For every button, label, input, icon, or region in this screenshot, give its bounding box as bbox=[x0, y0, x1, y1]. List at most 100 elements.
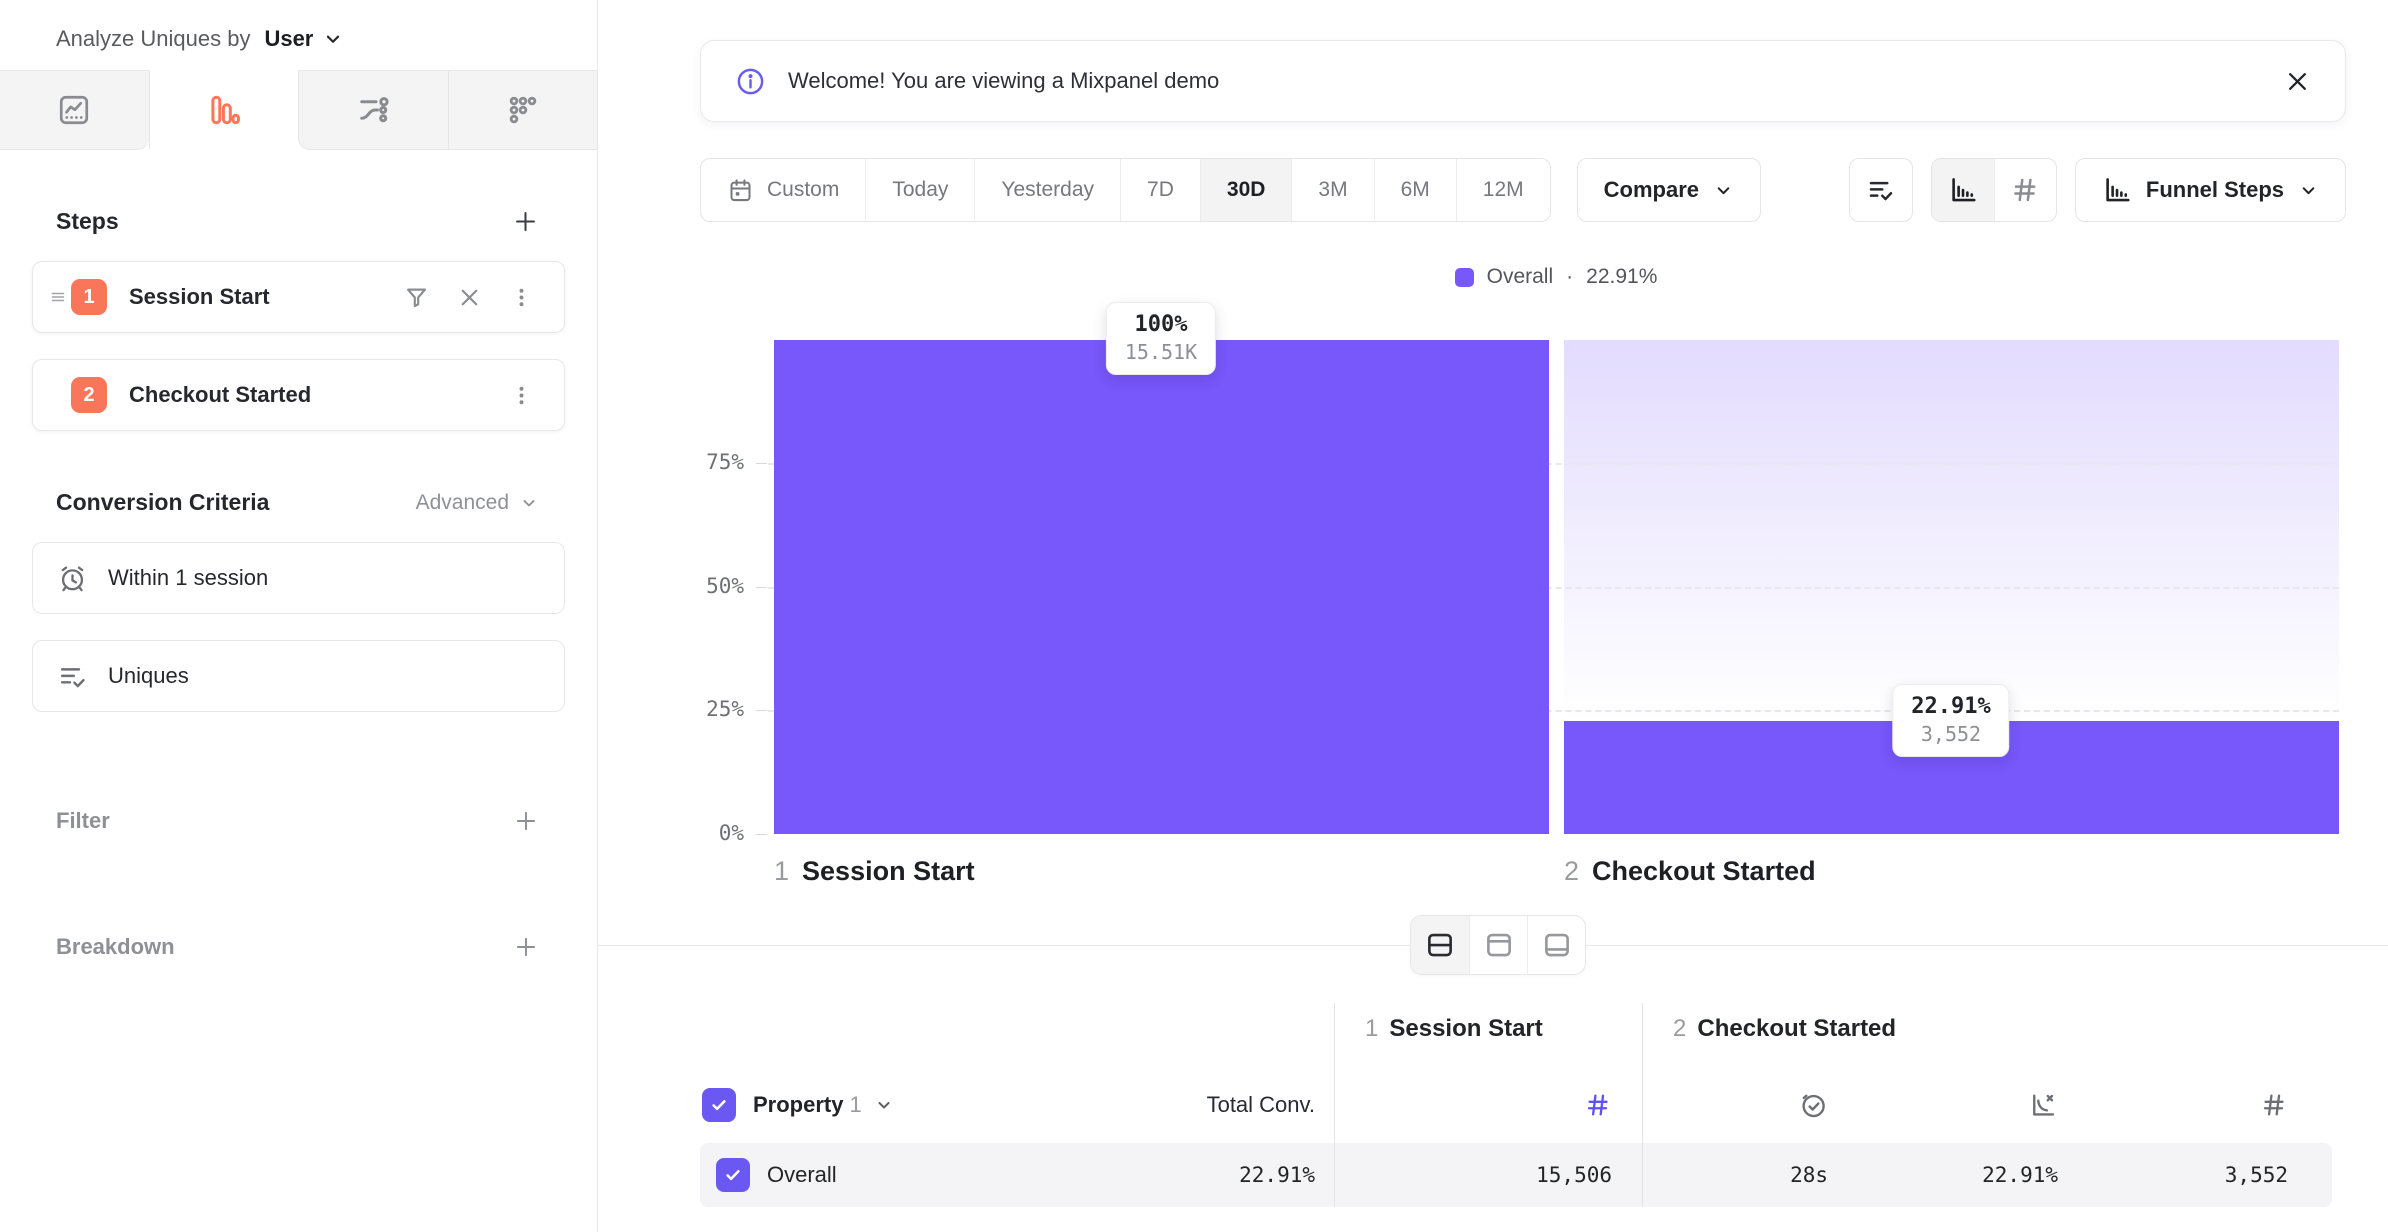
cell-step1-count: 15,506 bbox=[1334, 1143, 1642, 1207]
step-number: 1 bbox=[1365, 1015, 1378, 1042]
compare-button[interactable]: Compare bbox=[1577, 158, 1761, 222]
layout-split-equal-button[interactable] bbox=[1411, 916, 1469, 974]
flows-icon bbox=[355, 92, 391, 128]
legend-swatch bbox=[1455, 268, 1474, 287]
hash-icon bbox=[2010, 175, 2040, 205]
select-all-checkbox[interactable] bbox=[702, 1088, 736, 1122]
list-check-icon bbox=[57, 661, 88, 692]
counting-method-card[interactable]: Uniques bbox=[32, 640, 565, 712]
chevron-down-icon bbox=[519, 493, 539, 513]
clock-check-icon bbox=[1798, 1090, 1828, 1120]
bar-1-percent: 100% bbox=[1125, 312, 1197, 337]
step2-count-metric-header[interactable] bbox=[2102, 1067, 2332, 1143]
view-controls: Funnel Steps bbox=[1849, 158, 2346, 222]
retention-grid-icon bbox=[505, 92, 541, 128]
property-dropdown[interactable]: Property 1 bbox=[753, 1092, 894, 1118]
close-icon[interactable] bbox=[2284, 68, 2311, 95]
y-axis-tick: 75% bbox=[618, 450, 744, 474]
step-index-badge: 2 bbox=[71, 377, 107, 413]
calendar-icon bbox=[727, 177, 754, 204]
layout-table-focus-button[interactable] bbox=[1527, 916, 1585, 974]
step-number: 1 bbox=[774, 856, 789, 887]
x-axis-label-step-2: 2 Checkout Started bbox=[1564, 856, 1816, 887]
step-menu-icon[interactable] bbox=[509, 383, 534, 408]
filter-step-icon[interactable] bbox=[403, 284, 430, 311]
cell-step2-count: 3,552 bbox=[2102, 1143, 2332, 1207]
step2-time-metric-header[interactable] bbox=[1642, 1067, 1872, 1143]
analyze-by-row: Analyze Uniques by User bbox=[0, 0, 597, 56]
date-range-custom[interactable]: Custom bbox=[701, 159, 865, 221]
date-range-label: 12M bbox=[1483, 178, 1524, 202]
date-range-7d[interactable]: 7D bbox=[1120, 159, 1200, 221]
drag-handle-icon[interactable] bbox=[45, 289, 71, 305]
layout-chart-focus-button[interactable] bbox=[1469, 916, 1527, 974]
tab-insights[interactable] bbox=[0, 70, 149, 150]
show-percent-bars-toggle[interactable] bbox=[1932, 159, 1994, 221]
bar-1-count: 15.51K bbox=[1125, 340, 1197, 364]
chart-controls-row: Custom Today Yesterday 7D 30D 3M 6M 12M … bbox=[700, 158, 2346, 222]
y-axis-tickmark bbox=[756, 463, 767, 464]
chevron-down-icon bbox=[874, 1095, 894, 1115]
remove-step-icon[interactable] bbox=[456, 284, 483, 311]
step-menu-icon[interactable] bbox=[509, 285, 534, 310]
y-axis-tick: 25% bbox=[618, 697, 744, 721]
report-tab-strip bbox=[0, 70, 597, 150]
bar-1-tooltip: 100% 15.51K bbox=[1106, 302, 1216, 375]
cell-step2-rate: 22.91% bbox=[1872, 1143, 2102, 1207]
compare-label: Compare bbox=[1604, 177, 1699, 203]
table-row-overall[interactable]: Overall bbox=[700, 1143, 1100, 1207]
chevron-down-icon bbox=[2298, 180, 2319, 201]
funnel-steps-dropdown[interactable]: Funnel Steps bbox=[2075, 158, 2346, 222]
row-checkbox[interactable] bbox=[716, 1158, 750, 1192]
step-label: Session Start bbox=[129, 284, 270, 310]
tab-flows[interactable] bbox=[298, 70, 448, 150]
conversion-window-card[interactable]: Within 1 session bbox=[32, 542, 565, 614]
date-range-30d[interactable]: 30D bbox=[1200, 159, 1292, 221]
list-check-icon bbox=[1866, 175, 1896, 205]
chart-legend[interactable]: Overall · 22.91% bbox=[724, 266, 2388, 288]
legend-separator: · bbox=[1566, 265, 1573, 289]
bar-2-count: 3,552 bbox=[1911, 722, 1990, 746]
add-breakdown-button[interactable] bbox=[513, 934, 539, 960]
y-axis-tick: 50% bbox=[618, 574, 744, 598]
funnel-bar-1[interactable] bbox=[774, 340, 1549, 834]
step2-rate-value: 22.91% bbox=[1982, 1163, 2058, 1187]
add-filter-button[interactable] bbox=[513, 808, 539, 834]
bar-chart-icon bbox=[2102, 175, 2132, 205]
date-range-today[interactable]: Today bbox=[865, 159, 974, 221]
step-card-1[interactable]: 1 Session Start bbox=[32, 261, 565, 333]
sidebar: Analyze Uniques by User bbox=[0, 0, 598, 1232]
date-range-label: 6M bbox=[1401, 178, 1430, 202]
step-name: Checkout Started bbox=[1592, 856, 1816, 887]
step-index-badge: 1 bbox=[71, 279, 107, 315]
step1-count-metric-header[interactable] bbox=[1334, 1067, 1642, 1143]
tab-funnels[interactable] bbox=[149, 70, 299, 150]
date-range-12m[interactable]: 12M bbox=[1456, 159, 1550, 221]
analyze-by-label: Analyze Uniques by bbox=[56, 26, 250, 52]
value-display-toggle bbox=[1931, 158, 2057, 222]
step-name: Session Start bbox=[1389, 1015, 1542, 1042]
banner-message: Welcome! You are viewing a Mixpanel demo bbox=[788, 68, 1219, 94]
date-range-6m[interactable]: 6M bbox=[1374, 159, 1456, 221]
y-axis-tickmark bbox=[756, 587, 767, 588]
info-icon bbox=[735, 66, 766, 97]
cell-total-conv: 22.91% bbox=[1100, 1143, 1334, 1207]
metric-uniques-button[interactable] bbox=[1849, 158, 1913, 222]
step2-rate-metric-header[interactable] bbox=[1872, 1067, 2102, 1143]
step-card-2[interactable]: 2 Checkout Started bbox=[32, 359, 565, 431]
step-number: 2 bbox=[1564, 856, 1579, 887]
hash-icon bbox=[1584, 1091, 1612, 1119]
results-table: 1 Session Start 2Checkout Started Propert… bbox=[700, 1003, 2332, 1207]
layout-toggle bbox=[1410, 915, 1586, 975]
steps-title: Steps bbox=[56, 208, 119, 235]
total-conv-label: Total Conv. bbox=[1207, 1092, 1334, 1118]
chevron-down-icon bbox=[322, 28, 344, 50]
table-header-step-2: 2Checkout Started bbox=[1642, 1003, 2332, 1067]
advanced-dropdown[interactable]: Advanced bbox=[416, 491, 539, 515]
date-range-3m[interactable]: 3M bbox=[1291, 159, 1373, 221]
show-numbers-toggle[interactable] bbox=[1994, 159, 2056, 221]
add-step-button[interactable] bbox=[512, 208, 539, 235]
date-range-yesterday[interactable]: Yesterday bbox=[974, 159, 1120, 221]
analyze-by-dropdown[interactable]: User bbox=[264, 26, 344, 52]
tab-retention[interactable] bbox=[448, 70, 598, 150]
